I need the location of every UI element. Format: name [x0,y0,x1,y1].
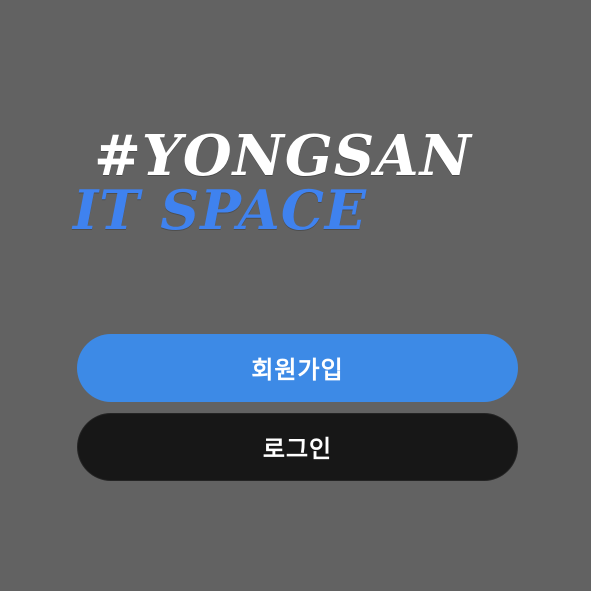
login-button[interactable]: 로그인 [77,413,518,481]
brand-title-yongsan: #YONGSAN [94,123,472,189]
brand-title-it-space: IT SPACE [73,178,367,242]
login-button-label: 로그인 [262,434,333,463]
signup-button-label: 회원가입 [251,355,344,384]
brand-logo: #YONGSAN IT SPACE [0,0,591,260]
signup-button[interactable]: 회원가입 [77,334,518,402]
